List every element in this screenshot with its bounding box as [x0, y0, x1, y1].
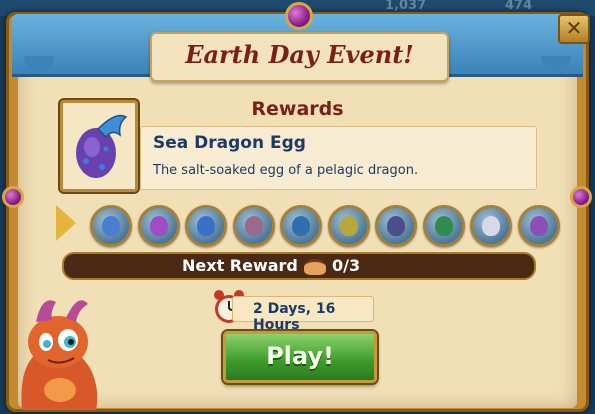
reward-slot[interactable] — [90, 205, 132, 247]
green-plant-icon — [434, 216, 453, 236]
reward-slot[interactable] — [517, 205, 560, 247]
progress-bar: Next Reward 0/3 — [62, 252, 536, 280]
reward-slot[interactable] — [470, 205, 512, 247]
page-title: Earth Day Event! — [185, 40, 414, 69]
event-timer: 2 Days, 16 Hours — [232, 296, 374, 333]
close-button[interactable]: ✕ — [558, 14, 590, 44]
title-plate: Earth Day Event! — [150, 32, 449, 82]
purple-dragon-icon — [529, 216, 548, 236]
gem-ornament-icon — [570, 186, 592, 208]
reward-slot[interactable] — [375, 205, 417, 247]
reward-slot[interactable] — [185, 205, 227, 247]
featured-reward-frame[interactable] — [60, 100, 138, 192]
track-start-arrow-icon — [56, 205, 76, 241]
reward-info-box: Sea Dragon Egg The salt-soaked egg of a … — [140, 126, 537, 190]
hedgehog-icon — [304, 259, 326, 275]
white-dragon-icon — [482, 216, 500, 236]
reward-slot[interactable] — [232, 205, 275, 247]
progress-count: 0/3 — [332, 256, 361, 275]
dark-egg-icon — [387, 216, 405, 236]
reward-slot[interactable] — [422, 205, 465, 247]
reward-slot[interactable] — [280, 205, 322, 247]
flower-nest-icon — [244, 216, 263, 236]
reward-slot[interactable] — [137, 205, 180, 247]
timer-text: 2 Days, 16 Hours — [253, 301, 336, 333]
reward-description: The salt-soaked egg of a pelagic dragon. — [153, 163, 419, 178]
blue-egg-icon — [197, 216, 215, 236]
purple-crystal-icon — [149, 216, 168, 236]
sea-egg-icon — [102, 216, 120, 236]
blue-egg-icon — [292, 216, 310, 236]
dragon-mascot-icon — [21, 300, 98, 410]
dragon-egg-icon — [76, 114, 128, 178]
next-reward-label: Next Reward — [182, 256, 298, 275]
tree-icon — [339, 216, 358, 236]
gem-ornament-icon — [285, 2, 313, 30]
gem-ornament-icon — [2, 186, 24, 208]
play-button[interactable]: Play! — [223, 331, 377, 383]
reward-name: Sea Dragon Egg — [153, 133, 306, 153]
reward-slot[interactable] — [327, 205, 370, 247]
